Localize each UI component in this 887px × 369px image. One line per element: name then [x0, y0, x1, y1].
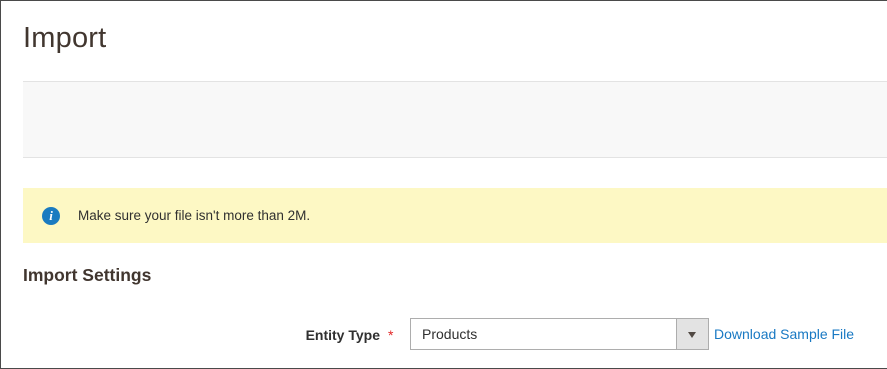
entity-type-select[interactable]: Products [410, 318, 709, 350]
entity-type-label: Entity Type [305, 327, 380, 343]
required-asterisk: * [388, 327, 394, 343]
window-frame [0, 0, 887, 369]
page-title: Import [23, 22, 107, 54]
chevron-down-icon[interactable] [676, 319, 708, 349]
import-settings-title: Import Settings [23, 265, 152, 285]
page-actions-bar [23, 81, 887, 158]
entity-type-selected-value: Products [422, 326, 478, 342]
download-sample-file-link[interactable]: Download Sample File [714, 326, 854, 342]
notice-text: Make sure your file isn't more than 2M. [78, 208, 311, 223]
info-icon: i [42, 206, 60, 225]
file-size-notice: i Make sure your file isn't more than 2M… [23, 188, 887, 243]
